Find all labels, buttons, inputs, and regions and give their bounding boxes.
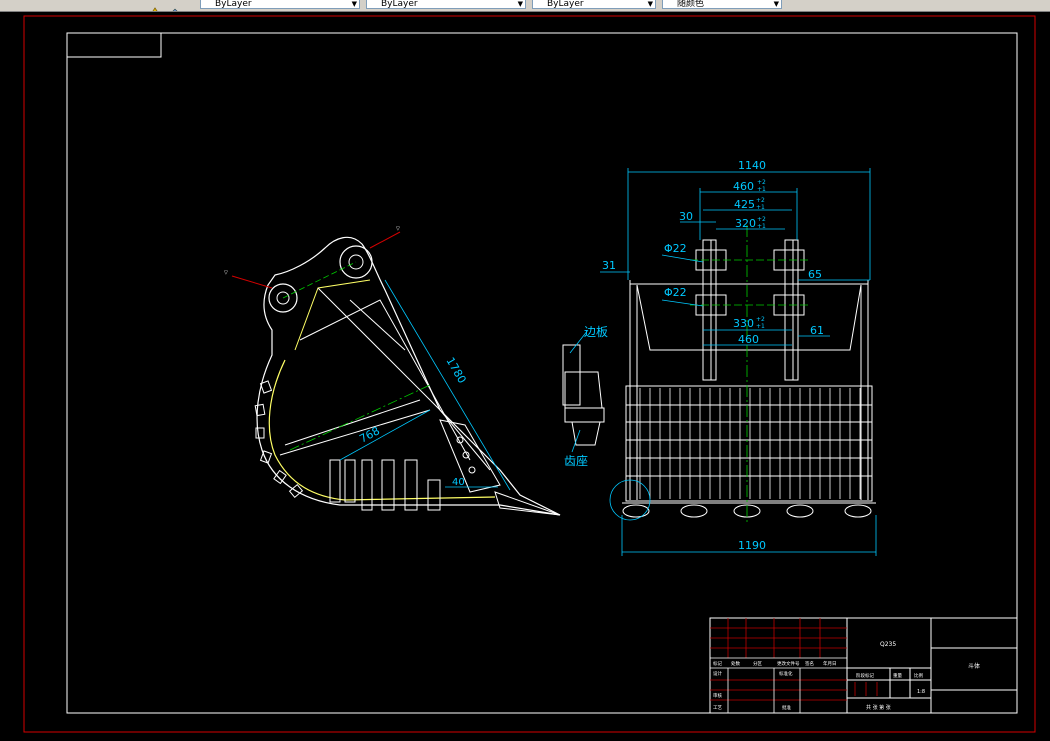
front-view: 1140 460 +2 +1 425 +2 +1 320 +2 +1 30 31… xyxy=(600,159,877,556)
tooth-detail: 边板 齿座 xyxy=(562,325,608,468)
tooth-tip xyxy=(494,491,561,516)
chevron-down-icon: ▼ xyxy=(647,0,653,8)
color-control-combo[interactable]: ByLayer ▼ xyxy=(200,0,360,9)
cross-member xyxy=(284,399,421,446)
dim-total-width: 1140 xyxy=(738,159,766,172)
dim-425: 425 xyxy=(734,198,755,211)
title-row-label-4: 更改文件号 xyxy=(777,660,800,667)
roughness-mark-front: ▽ xyxy=(396,226,400,232)
title-row-label-3: 分区 xyxy=(753,660,762,667)
leader-tooth-seat xyxy=(571,429,581,453)
lineweight-control-combo[interactable]: ByLayer ▼ xyxy=(532,0,656,9)
title-review: 审核 xyxy=(713,692,722,699)
dim-460-lower: 460 xyxy=(738,333,759,346)
dim-tip-text: 40 xyxy=(452,477,465,488)
title-part-name: 斗体 xyxy=(968,662,980,670)
dim-line-inner xyxy=(339,409,431,461)
rib-plate xyxy=(349,299,406,351)
callout-edge-plate: 边板 xyxy=(584,325,608,339)
roughness-mark-rear: ▽ xyxy=(224,270,228,276)
properties-toolbar: ByLayer ▼ ByLayer ▼ ByLayer ▼ 随颜色 ▼ xyxy=(0,0,1050,12)
linetype-control-combo[interactable]: ByLayer ▼ xyxy=(366,0,526,9)
dim-65: 65 xyxy=(808,268,822,281)
title-scale-label: 比例 xyxy=(914,672,923,679)
title-block: Q235 斗体 1:8 共 张 第 张 标记 处数 分区 更改文件号 签名 年月… xyxy=(709,617,1018,714)
bolt-hole-3 xyxy=(468,466,476,474)
front-body-grid xyxy=(625,385,873,502)
tol-lower-3: +1 xyxy=(757,223,766,230)
title-sheet-label: 共 张 第 张 xyxy=(866,704,891,711)
dim-330: 330 xyxy=(733,317,754,330)
dim-phi22-top: Φ22 xyxy=(664,242,687,255)
side-cutter-plate xyxy=(439,419,501,493)
bucket-outline xyxy=(256,236,561,516)
sheet-border xyxy=(23,15,1036,733)
callout-tooth-seat: 齿座 xyxy=(564,453,588,468)
tol-upper-1: +2 xyxy=(757,179,766,186)
title-material: Q235 xyxy=(880,641,896,648)
revision-grid xyxy=(710,618,878,701)
drawing-frame xyxy=(66,32,1018,714)
title-approve: 批准 xyxy=(782,704,791,711)
title-row-label-5: 签名 xyxy=(805,660,814,667)
tooth-seat-body xyxy=(564,371,603,409)
title-weight: 重量 xyxy=(893,672,902,679)
dim-length-text: 1780 xyxy=(443,355,468,386)
side-view: ▽ ▽ 1780 768 40 xyxy=(224,226,561,516)
dim-bottom-width: 1190 xyxy=(738,539,766,552)
tooth-seat-lip xyxy=(564,407,605,423)
edge-plate-body xyxy=(562,344,581,406)
cross-member-2 xyxy=(279,409,431,456)
leader-line-front xyxy=(369,231,401,249)
dim-460-top: 460 xyxy=(733,180,754,193)
dim-phi22-bottom: Φ22 xyxy=(664,286,687,299)
title-standardize: 标准化 xyxy=(779,670,793,677)
title-process: 工艺 xyxy=(713,705,722,711)
title-stage-mark: 阶段标记 xyxy=(856,672,874,679)
title-design: 设计 xyxy=(713,670,722,677)
tol-lower-1: +1 xyxy=(757,186,766,193)
top-lip-profile xyxy=(294,279,371,351)
title-row-label-2: 处数 xyxy=(731,660,740,667)
leader-line-rear xyxy=(231,275,273,289)
plotstyle-control-combo[interactable]: 随颜色 ▼ xyxy=(662,0,782,9)
dim-line-length xyxy=(384,279,511,491)
drawing-canvas[interactable]: ▽ ▽ 1780 768 40 边板 齿座 1140 460 +2 +1 425… xyxy=(0,12,1050,741)
layer-states-icon[interactable] xyxy=(170,0,180,11)
title-row-label-6: 年月日 xyxy=(823,660,837,667)
centerline-pins xyxy=(282,261,357,299)
dim-30: 30 xyxy=(679,210,693,223)
side-teeth xyxy=(254,380,441,511)
layer-icon[interactable] xyxy=(150,0,160,11)
front-teeth xyxy=(622,502,876,518)
title-row-label-1: 标记 xyxy=(713,660,722,667)
chevron-down-icon: ▼ xyxy=(351,0,357,8)
front-ear-plates xyxy=(695,239,805,381)
chevron-down-icon: ▼ xyxy=(517,0,523,8)
dim-31: 31 xyxy=(602,259,616,272)
tol-upper-2: +2 xyxy=(756,197,765,204)
dim-inner-text: 768 xyxy=(357,424,382,445)
tol-lower-2: +1 xyxy=(756,204,765,211)
tol-upper-4: +2 xyxy=(756,316,765,323)
chevron-down-icon: ▼ xyxy=(773,0,779,8)
tol-lower-4: +1 xyxy=(756,323,765,330)
title-scale: 1:8 xyxy=(917,689,925,695)
drawing-code-box xyxy=(66,32,162,58)
dim-61: 61 xyxy=(810,324,824,337)
tol-upper-3: +2 xyxy=(757,216,766,223)
dim-320: 320 xyxy=(735,217,756,230)
